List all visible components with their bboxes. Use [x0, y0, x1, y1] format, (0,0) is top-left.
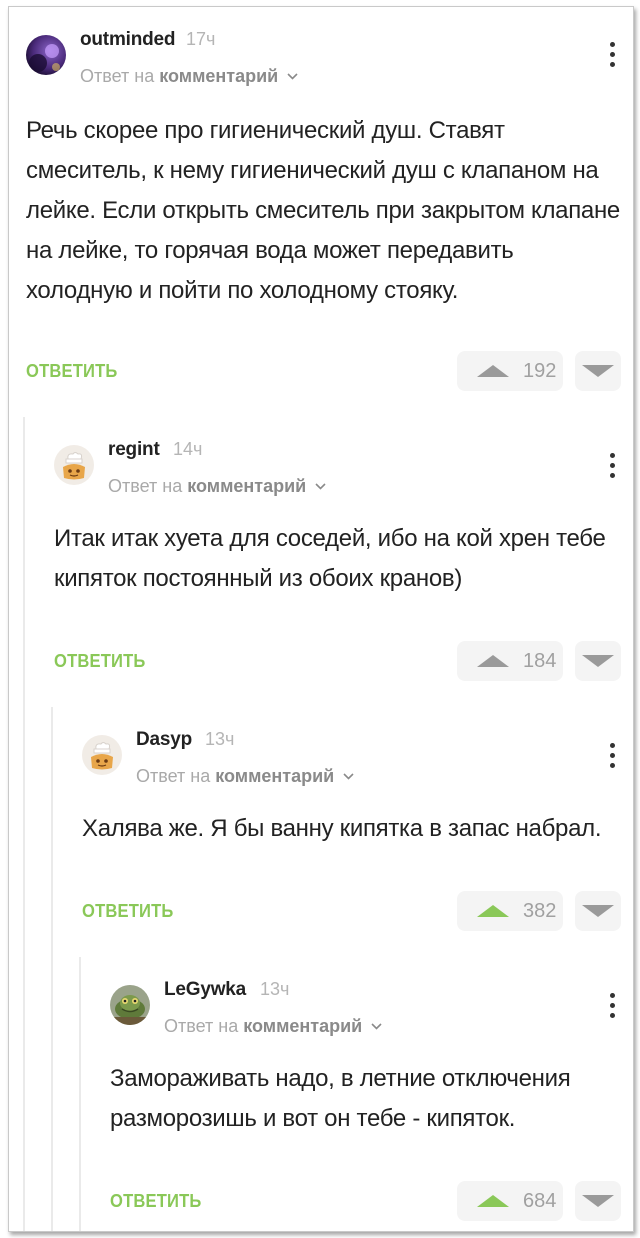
comment-text: Замораживать надо, в летние отключения р… [110, 1065, 571, 1132]
username[interactable]: LeGywka [164, 979, 246, 1001]
reply-to-link[interactable]: Ответ на комментарий [164, 1014, 382, 1037]
reply-button[interactable]: ОТВЕТИТЬ [110, 1191, 202, 1212]
more-vertical-icon[interactable] [607, 993, 617, 1023]
rating-count: 684 [523, 1189, 557, 1212]
downvote-icon [582, 1195, 614, 1207]
comments-thread: outminded 17ч Ответ на комментарий Речь … [8, 6, 634, 1232]
upvote-button[interactable]: 684 [457, 1181, 563, 1221]
comment-time: 13ч [260, 979, 290, 999]
reply-to-target: комментарий [243, 1016, 363, 1036]
avatar[interactable] [110, 985, 150, 1025]
upvote-icon [477, 1195, 509, 1207]
chevron-down-icon [371, 1014, 382, 1035]
downvote-button[interactable] [575, 1181, 621, 1221]
reply-to-prefix: Ответ на [164, 1016, 239, 1036]
comment: LeGywka 13ч Ответ на комментарий Замораж… [9, 7, 633, 1231]
